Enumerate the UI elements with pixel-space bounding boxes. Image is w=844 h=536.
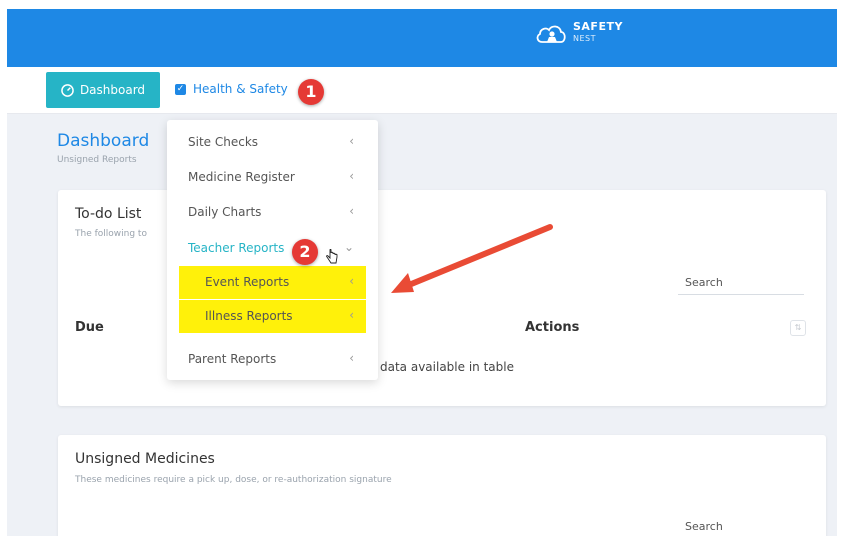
annotation-arrow-icon — [391, 224, 553, 293]
app-frame: SAFETY NEST Dashboard ✓ Health & Safety … — [7, 9, 837, 536]
